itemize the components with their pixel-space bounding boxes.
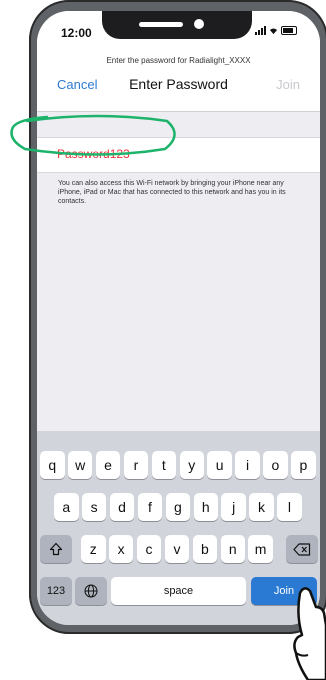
phone-outline [29,0,326,634]
tap-hand-icon [293,587,326,680]
password-highlight-ring [10,114,176,156]
